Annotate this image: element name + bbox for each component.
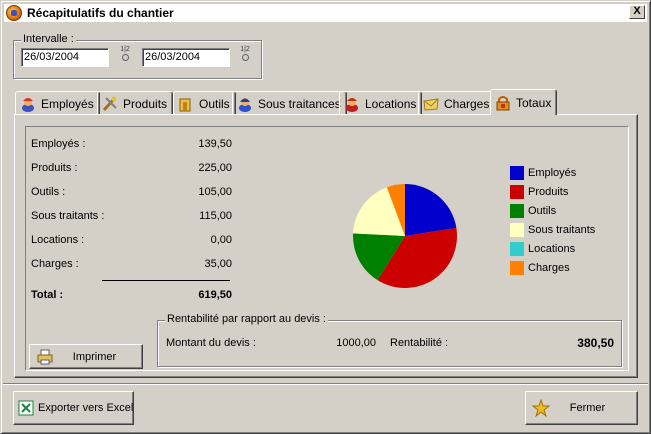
tab-outils[interactable]: Outils bbox=[173, 91, 236, 115]
toolbox-icon bbox=[178, 96, 194, 112]
print-button[interactable]: Imprimer bbox=[29, 344, 143, 369]
summary-row-label: Produits : bbox=[31, 162, 78, 174]
tab-label: Produits bbox=[123, 96, 168, 111]
summary-row-label: Employés : bbox=[31, 138, 86, 150]
rentabilite-label: Rentabilité : bbox=[390, 337, 449, 349]
close-star-icon bbox=[531, 398, 551, 418]
tab-sous-traitances[interactable]: Sous traitances bbox=[232, 91, 347, 115]
tab-label: Charges bbox=[444, 96, 490, 111]
tab-locations[interactable]: Locations bbox=[339, 91, 423, 115]
recap-window: Récapitulatifs du chantier X Intervalle … bbox=[0, 0, 651, 434]
summary-row-value: 225,00 bbox=[198, 162, 232, 174]
legend-swatch bbox=[510, 185, 524, 199]
rentabilite-value: 380,50 bbox=[577, 336, 614, 350]
legend-item: Charges bbox=[510, 261, 570, 275]
legend-item: Employés bbox=[510, 166, 576, 180]
summary-row: Sous traitants : 115,00 bbox=[13, 210, 232, 224]
tab-totaux[interactable]: Totaux bbox=[490, 89, 558, 115]
rentabilite-title: Rentabilité par rapport au devis : bbox=[165, 313, 328, 325]
legend-swatch bbox=[510, 242, 524, 256]
legend-swatch bbox=[510, 223, 524, 237]
start-date-field[interactable]: 26/03/2004 bbox=[21, 48, 109, 67]
summary-row-label: Sous traitants : bbox=[31, 210, 105, 222]
summary-row: Charges : 35,00 bbox=[13, 258, 232, 272]
interval-label: Intervalle : bbox=[21, 33, 76, 45]
tab-employes[interactable]: Employés bbox=[15, 91, 100, 115]
close-window-button[interactable]: X bbox=[629, 5, 645, 19]
export-excel-button[interactable]: Exporter vers Excel bbox=[13, 391, 134, 425]
legend-item: Locations bbox=[510, 242, 575, 256]
legend-label: Produits bbox=[528, 186, 569, 198]
window-title: Récapitulatifs du chantier bbox=[27, 6, 174, 20]
close-label: Fermer bbox=[569, 402, 606, 414]
printer-icon bbox=[37, 349, 53, 365]
summary-row: Employés : 139,50 bbox=[13, 138, 232, 152]
worker-icon bbox=[20, 96, 36, 112]
summary-row-label: Outils : bbox=[31, 186, 66, 198]
close-button[interactable]: Fermer bbox=[525, 391, 638, 425]
print-label: Imprimer bbox=[72, 350, 117, 363]
tab-label: Outils bbox=[199, 96, 230, 111]
summary-row-value: 115,00 bbox=[199, 210, 232, 222]
legend-item: Produits bbox=[510, 185, 568, 199]
summary-row: Outils : 105,00 bbox=[13, 186, 232, 200]
legend-label: Outils bbox=[528, 205, 557, 217]
truck-icon bbox=[344, 96, 360, 112]
title-bar: Récapitulatifs du chantier X bbox=[4, 4, 647, 22]
total-label: Total : bbox=[31, 289, 64, 301]
total-separator bbox=[102, 280, 230, 282]
legend-item: Sous traitants bbox=[510, 223, 595, 237]
start-date-picker-icon[interactable]: 1|2 bbox=[119, 46, 131, 64]
tab-label: Locations bbox=[365, 96, 417, 111]
summary-row-value: 0,00 bbox=[210, 234, 232, 246]
legend-label: Charges bbox=[528, 262, 570, 274]
pie-slice-employ-s bbox=[405, 184, 457, 236]
summary-row: Produits : 225,00 bbox=[13, 162, 232, 176]
legend-label: Locations bbox=[528, 243, 576, 255]
end-date-field[interactable]: 26/03/2004 bbox=[142, 48, 230, 67]
tab-charges[interactable]: Charges bbox=[418, 91, 496, 115]
app-icon bbox=[6, 5, 22, 21]
tools-icon bbox=[102, 96, 118, 112]
export-label: Exporter vers Excel bbox=[38, 402, 134, 414]
legend-item: Outils bbox=[510, 204, 556, 218]
summary-row-value: 139,50 bbox=[198, 138, 232, 150]
helmet-icon bbox=[237, 96, 253, 112]
tab-label: Employés bbox=[41, 96, 94, 111]
excel-icon bbox=[18, 400, 34, 416]
end-date-picker-icon[interactable]: 1|2 bbox=[239, 46, 251, 64]
summary-row-label: Locations : bbox=[31, 234, 85, 246]
total-row: Total : 619,50 bbox=[13, 289, 232, 303]
legend-label: Employés bbox=[528, 167, 577, 179]
summary-row-value: 35,00 bbox=[204, 258, 232, 270]
bottom-separator bbox=[3, 383, 648, 385]
tab-label: Sous traitances bbox=[258, 96, 341, 111]
devis-value: 1000,00 bbox=[336, 337, 376, 349]
pie-chart bbox=[353, 184, 457, 288]
legend-swatch bbox=[510, 166, 524, 180]
lock-icon bbox=[495, 95, 511, 111]
devis-label: Montant du devis : bbox=[166, 337, 256, 349]
tab-label: Totaux bbox=[516, 95, 552, 110]
legend-swatch bbox=[510, 204, 524, 218]
summary-row-label: Charges : bbox=[31, 258, 79, 270]
envelope-icon bbox=[423, 96, 439, 112]
legend-swatch bbox=[510, 261, 524, 275]
summary-row-value: 105,00 bbox=[198, 186, 232, 198]
tab-produits[interactable]: Produits bbox=[97, 91, 174, 115]
total-value: 619,50 bbox=[198, 289, 232, 301]
summary-row: Locations : 0,00 bbox=[13, 234, 232, 248]
legend-label: Sous traitants bbox=[528, 224, 596, 236]
